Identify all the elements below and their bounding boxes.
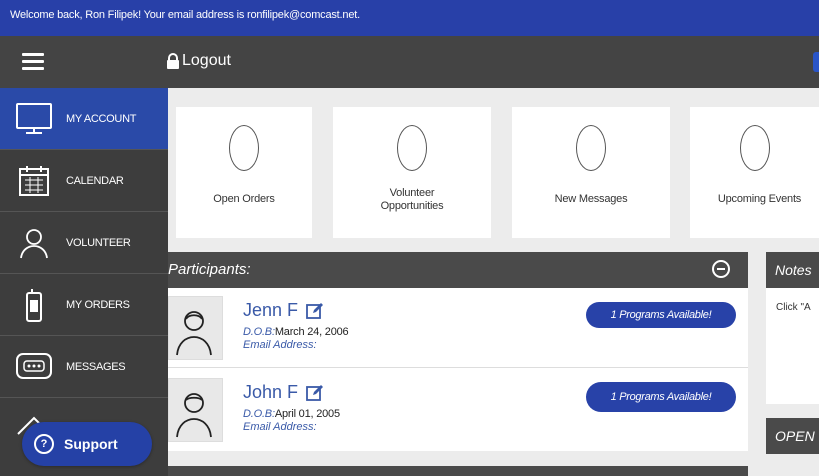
logout-label: Logout [182,52,231,69]
topbar-edge-button[interactable] [813,52,819,72]
card-label: Upcoming Events [717,193,802,205]
card-value [739,125,770,171]
dob: D.O.B:April 01, 2005 [243,408,340,420]
support-button[interactable]: ? Support [22,422,152,466]
sidebar: MY ACCOUNT CALENDAR VOLUNTEER MY ORDERS … [0,88,168,476]
dob: D.O.B:March 24, 2006 [243,326,349,338]
participant-name-text: Jenn F [243,300,299,320]
sidebar-item-label: MESSAGES [66,360,126,373]
sidebar-item-my-account[interactable]: MY ACCOUNT [0,88,168,150]
list-item: Jenn F D.O.B:March 24, 2006 Email Addres… [168,288,748,368]
participant-name[interactable]: John F [243,382,324,403]
sidebar-item-label: CALENDAR [66,174,124,187]
message-icon [10,347,58,387]
participants-title: Participants: [168,261,251,278]
sidebar-item-label: MY ACCOUNT [66,112,137,125]
top-bar: Logout [0,36,819,88]
card-value [576,125,606,171]
calendar-icon [10,161,58,201]
card-upcoming-events[interactable]: Upcoming Events [690,107,819,238]
hamburger-icon[interactable] [22,53,44,71]
support-label: Support [64,436,118,452]
edit-icon[interactable] [306,302,324,320]
programs-available-button[interactable]: 1 Programs Available! [586,382,736,412]
phone-icon [10,285,58,325]
sidebar-item-volunteer[interactable]: VOLUNTEER [0,212,168,274]
card-new-messages[interactable]: New Messages [512,107,670,238]
welcome-banner: Welcome back, Ron Filipek! Your email ad… [0,0,819,36]
programs-available-button[interactable]: 1 Programs Available! [586,302,736,328]
card-label: Volunteer Opportunities [380,187,444,212]
sidebar-item-messages[interactable]: MESSAGES [0,336,168,398]
sidebar-item-calendar[interactable]: CALENDAR [0,150,168,212]
sidebar-item-my-orders[interactable]: MY ORDERS [0,274,168,336]
participants-list: Jenn F D.O.B:March 24, 2006 Email Addres… [168,288,748,451]
avatar [168,296,223,360]
card-label: Open Orders [213,193,275,205]
open-header: OPEN [766,418,819,454]
participant-name[interactable]: Jenn F [243,300,324,321]
monitor-icon [10,99,58,139]
email-label: Email Address: [243,339,317,351]
card-value [397,125,427,171]
edit-icon[interactable] [306,384,324,402]
logout-button[interactable]: Logout [166,52,231,70]
person-icon [10,223,58,263]
question-icon: ? [34,434,54,454]
card-open-orders[interactable]: Open Orders [176,107,312,238]
email-label: Email Address: [243,421,317,433]
list-item: John F D.O.B:April 01, 2005 Email Addres… [168,370,748,450]
dob-value: April 01, 2005 [274,408,340,420]
participant-name-text: John F [243,382,299,402]
sidebar-item-label: MY ORDERS [66,298,130,311]
collapse-icon[interactable] [712,260,730,278]
lock-icon [167,53,179,69]
card-label: New Messages [554,193,628,205]
card-volunteer-opportunities[interactable]: Volunteer Opportunities [333,107,491,238]
notes-body: Click "A [766,288,819,404]
dob-label: D.O.B: [243,326,275,338]
sidebar-item-label: VOLUNTEER [66,236,131,249]
participants-header: Participants: [168,252,748,288]
notes-header: Notes [766,252,819,288]
dob-label: D.O.B: [243,408,275,420]
avatar [168,378,223,442]
next-panel-header [168,466,748,476]
card-value [229,125,259,171]
dob-value: March 24, 2006 [274,326,349,338]
